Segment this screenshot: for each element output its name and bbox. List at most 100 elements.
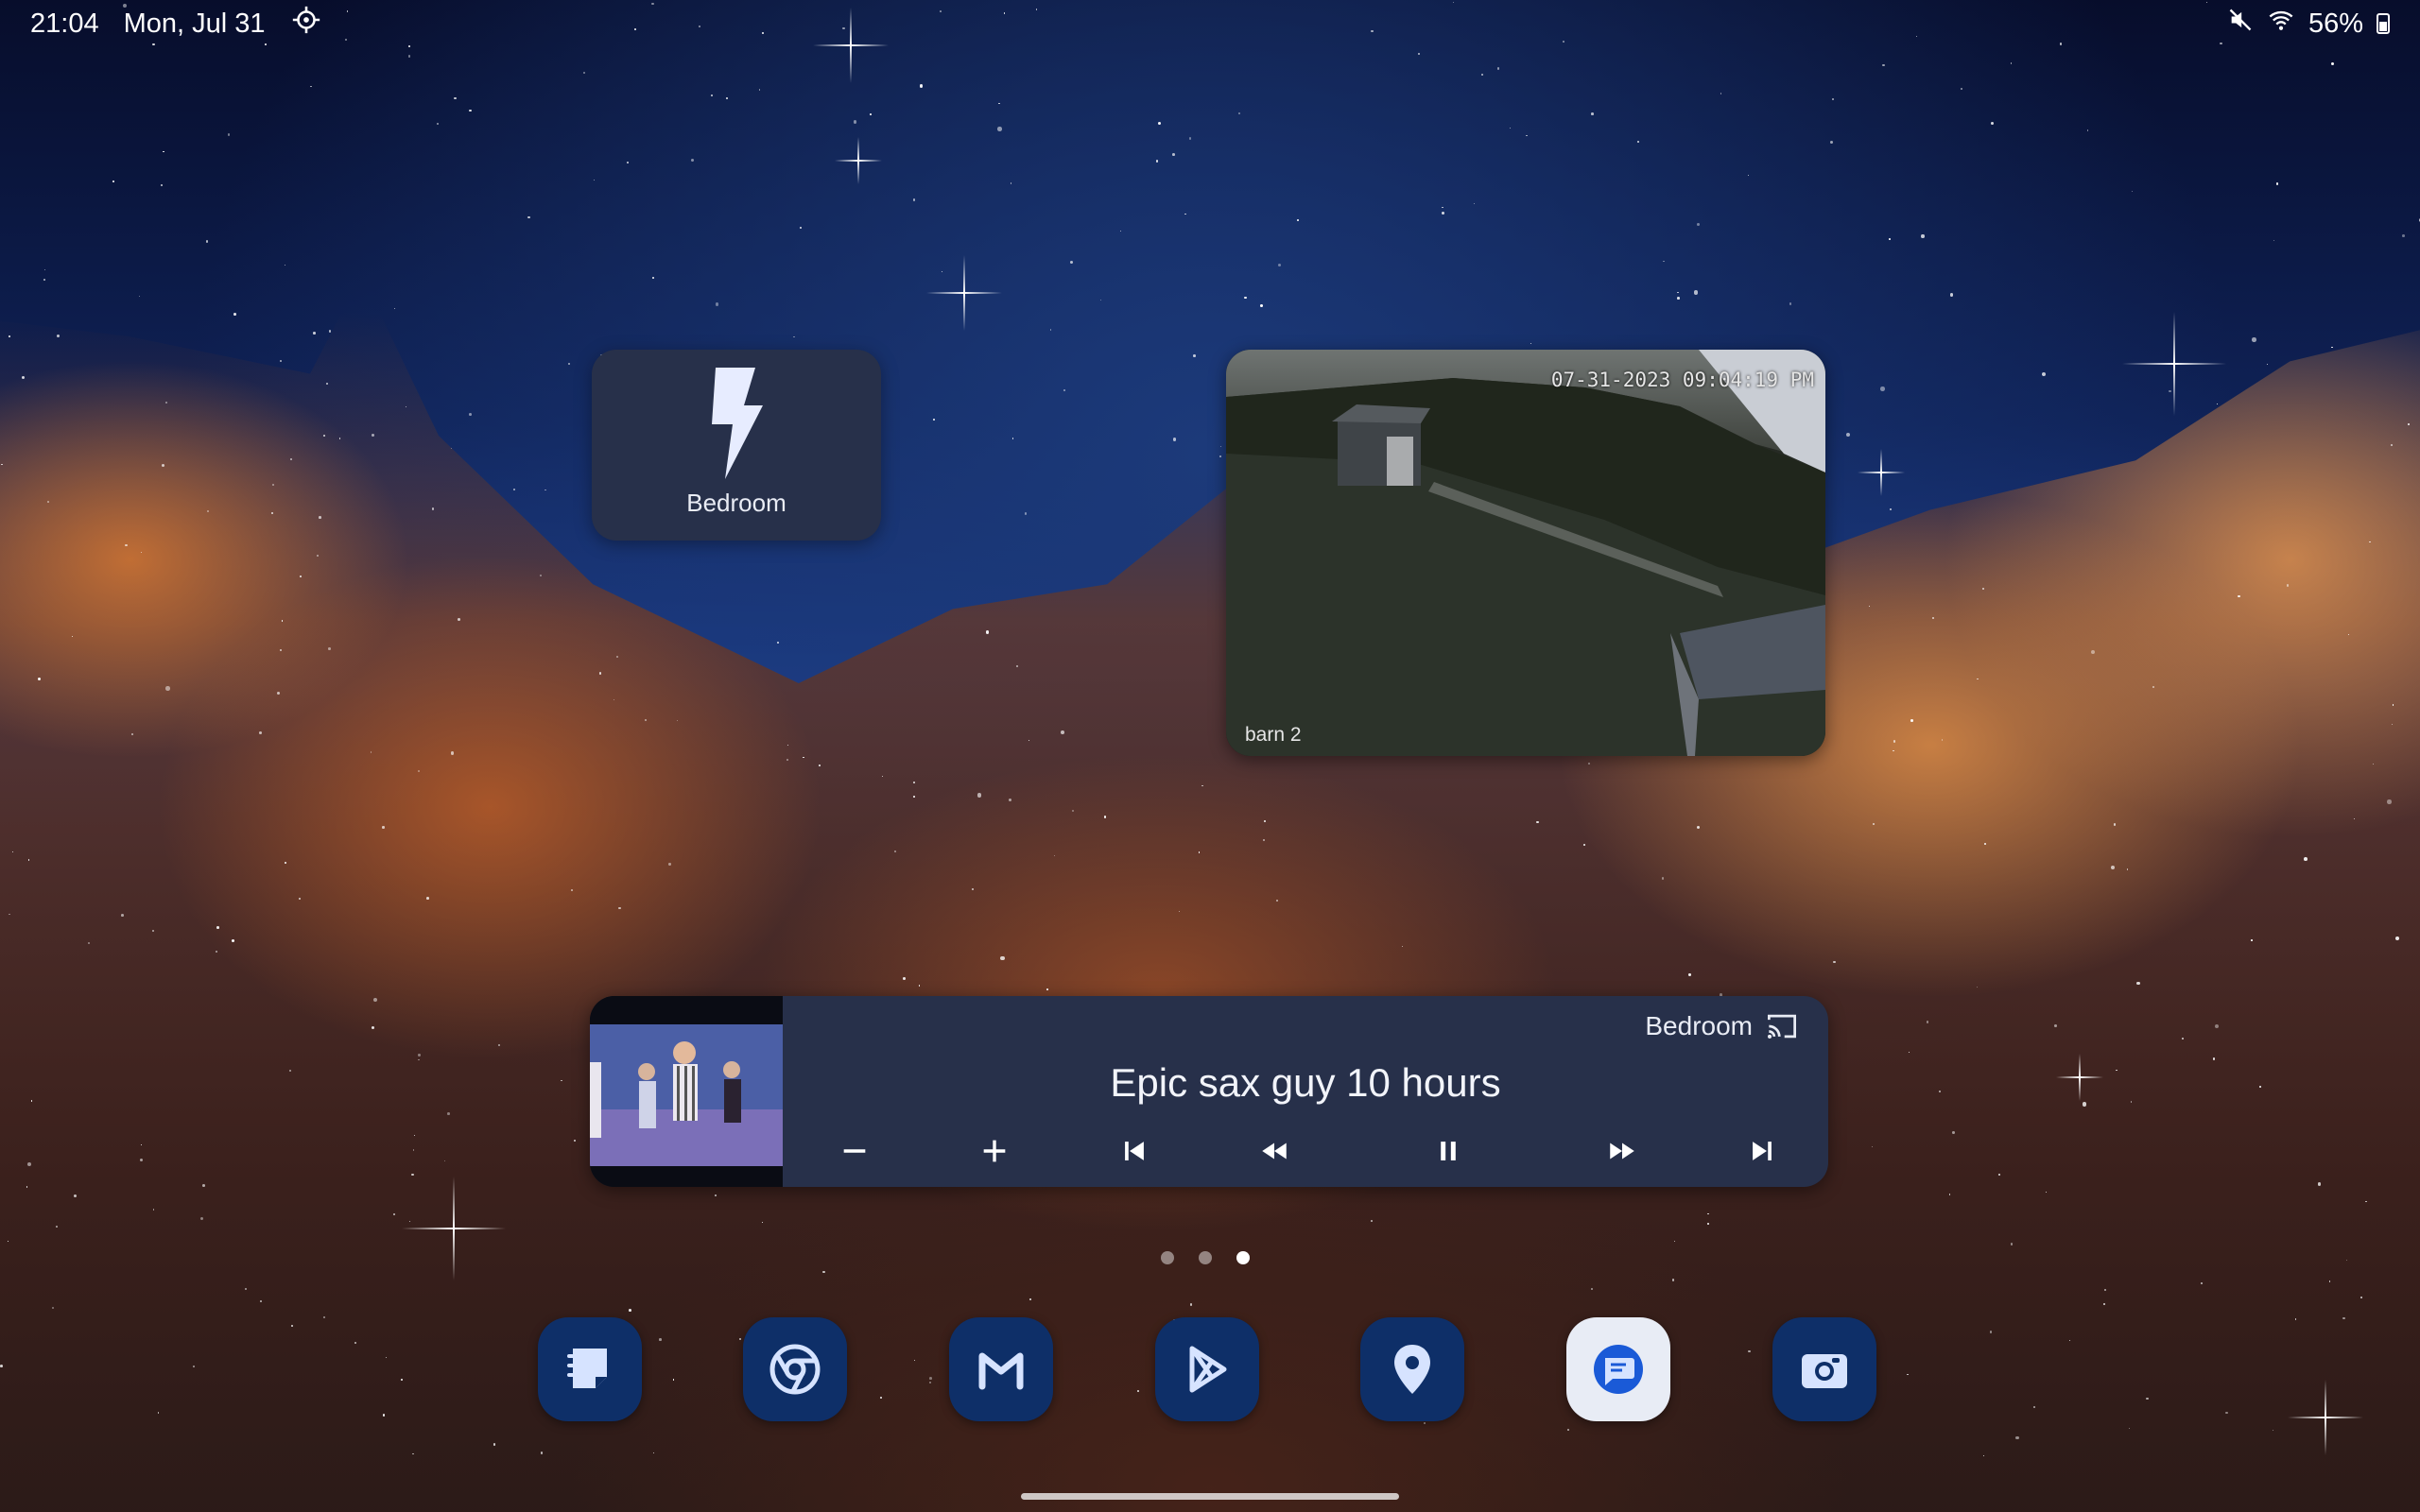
chrome-app[interactable] — [743, 1317, 847, 1421]
star — [493, 1443, 496, 1446]
star — [2330, 62, 2334, 65]
star — [245, 1288, 247, 1290]
status-date: Mon, Jul 31 — [123, 8, 266, 39]
media-title: Epic sax guy 10 hours — [1110, 1060, 1501, 1105]
star — [1890, 508, 1893, 511]
star — [2086, 129, 2089, 131]
pause-icon — [1441, 1142, 1456, 1160]
skip-next-button[interactable] — [1739, 1128, 1785, 1174]
camera-app[interactable] — [1772, 1317, 1876, 1421]
volume-down-button[interactable] — [832, 1128, 877, 1174]
star — [893, 850, 896, 852]
rewind-icon — [1262, 1143, 1287, 1160]
star — [786, 759, 788, 761]
star — [1496, 67, 1500, 70]
star — [272, 483, 275, 486]
star — [2318, 1182, 2322, 1186]
skip-previous-icon — [1125, 1142, 1144, 1160]
wifi-icon — [2267, 7, 2295, 41]
media-thumbnail[interactable] — [590, 996, 783, 1187]
star — [1219, 455, 1222, 458]
star — [138, 296, 141, 298]
star — [1748, 174, 1750, 176]
messages-app[interactable] — [1566, 1317, 1670, 1421]
star — [1926, 1021, 1929, 1023]
star — [544, 489, 547, 491]
star — [1948, 1194, 1951, 1195]
star — [310, 85, 312, 88]
pause-button[interactable] — [1426, 1128, 1471, 1174]
fast-forward-button[interactable] — [1599, 1128, 1645, 1174]
star — [1193, 354, 1196, 357]
star — [668, 863, 671, 866]
maps-app[interactable] — [1360, 1317, 1464, 1421]
star — [2130, 1100, 2133, 1103]
star — [912, 796, 915, 799]
star — [2045, 1191, 2047, 1194]
star — [571, 888, 574, 891]
camera-name: barn 2 — [1245, 724, 1302, 746]
star — [977, 793, 982, 798]
star — [161, 183, 164, 186]
star — [2276, 182, 2279, 185]
battery-percent: 56% — [2308, 8, 2363, 39]
skip-previous-button[interactable] — [1112, 1128, 1157, 1174]
star — [1880, 386, 1886, 391]
mute-icon — [2227, 7, 2254, 41]
star — [1677, 297, 1680, 300]
star — [1189, 1303, 1193, 1306]
star — [1171, 153, 1175, 157]
bedroom-tile-widget[interactable]: Bedroom — [592, 350, 881, 541]
cast-target[interactable]: Bedroom — [1645, 1011, 1798, 1041]
star — [1720, 93, 1722, 94]
star — [313, 332, 316, 335]
star — [450, 751, 454, 755]
star — [1697, 223, 1701, 227]
page-dot-active[interactable] — [1236, 1251, 1250, 1264]
navigation-gesture-bar[interactable] — [1021, 1493, 1399, 1500]
star-flare — [835, 137, 882, 184]
app-dock — [0, 1317, 2420, 1421]
star — [799, 226, 802, 229]
skip-next-icon — [1753, 1142, 1772, 1160]
star — [205, 240, 208, 243]
star — [527, 215, 530, 219]
star — [1188, 137, 1192, 140]
star — [715, 302, 718, 306]
star — [2182, 1038, 2184, 1040]
star — [1264, 820, 1266, 822]
page-dot[interactable] — [1161, 1251, 1174, 1264]
rewind-button[interactable] — [1252, 1128, 1297, 1174]
notes-app[interactable] — [538, 1317, 642, 1421]
star — [329, 330, 332, 333]
star — [1441, 211, 1444, 215]
star — [1873, 823, 1875, 825]
media-player-widget[interactable]: Bedroom Epic sax guy 10 hours — [590, 996, 1828, 1187]
star — [165, 686, 170, 691]
star — [56, 334, 60, 337]
star — [2054, 1024, 2057, 1027]
star — [627, 162, 630, 164]
star — [446, 1112, 450, 1115]
star — [1474, 202, 1476, 204]
star — [1845, 433, 1850, 438]
play-store-app[interactable] — [1155, 1317, 1259, 1421]
star — [370, 751, 372, 753]
star — [1961, 87, 1963, 90]
star — [1637, 140, 1640, 143]
page-dot[interactable] — [1199, 1251, 1212, 1264]
star — [1263, 839, 1265, 841]
star — [1833, 960, 1836, 963]
star — [1789, 302, 1792, 306]
map-pin-icon — [1394, 1345, 1430, 1394]
star — [1661, 877, 1665, 880]
camera-widget[interactable]: 07-31-2023 09:04:19 PM barn 2 — [1226, 350, 1825, 756]
star — [2090, 650, 2095, 655]
star — [43, 268, 45, 270]
star — [1976, 986, 1978, 988]
star — [1370, 1220, 1373, 1222]
gmail-app[interactable] — [949, 1317, 1053, 1421]
star — [1070, 260, 1073, 264]
star — [1029, 1298, 1031, 1300]
volume-up-button[interactable] — [972, 1128, 1017, 1174]
